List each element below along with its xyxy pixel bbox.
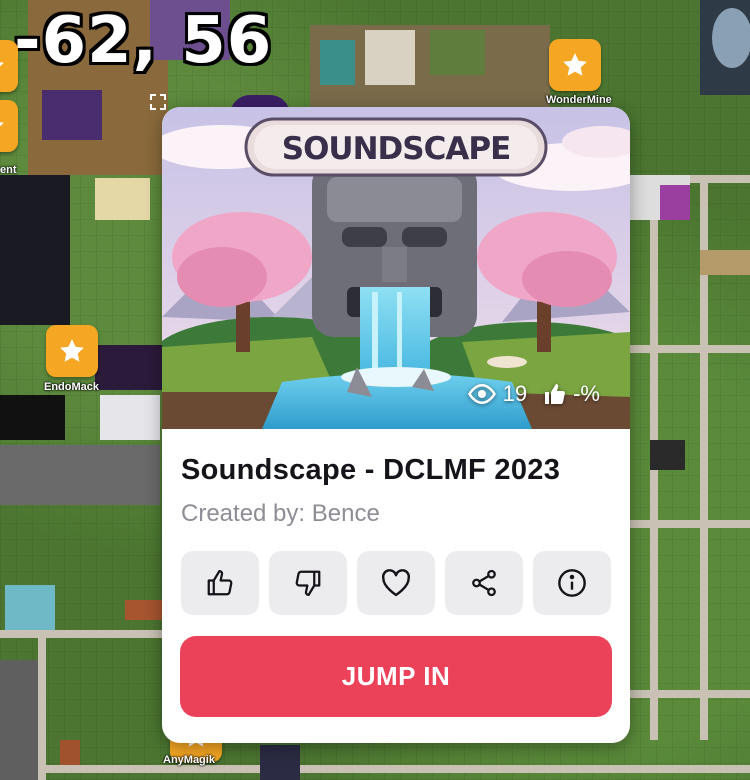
- parcel: [430, 30, 485, 75]
- eye-icon: [467, 383, 496, 405]
- star-icon: [0, 122, 4, 127]
- parcel: [712, 8, 750, 68]
- parcel: [660, 185, 690, 220]
- heart-icon: [381, 569, 411, 597]
- dislike-button[interactable]: [269, 551, 347, 615]
- parcel: [95, 178, 150, 220]
- road: [630, 345, 750, 353]
- scene-card[interactable]: SOUNDSCAPE 19 -% Soundscape - DCLMF 2023…: [162, 107, 630, 743]
- views-count: 19: [502, 381, 528, 406]
- likes-percentage: -%: [573, 381, 600, 406]
- parcel: [5, 585, 55, 630]
- road: [630, 520, 750, 528]
- parcel: [100, 395, 160, 440]
- created-by: Created by: Bence: [181, 500, 380, 528]
- star-icon: [60, 339, 84, 362]
- coordinates-readout: -62, 56: [14, 4, 273, 78]
- marker-label: WonderMine: [546, 94, 612, 106]
- info-icon: [558, 569, 586, 597]
- share-button[interactable]: [445, 551, 523, 615]
- parcel: [42, 90, 102, 140]
- parcel: [650, 440, 685, 470]
- parcel: [700, 250, 750, 275]
- info-button[interactable]: [533, 551, 611, 615]
- road: [0, 630, 165, 638]
- share-icon: [472, 569, 496, 597]
- parcel: [0, 660, 38, 780]
- parcel: [60, 740, 80, 765]
- scene-thumbnail[interactable]: SOUNDSCAPE 19 -%: [162, 107, 630, 429]
- star-icon: [563, 53, 587, 76]
- road: [38, 630, 46, 780]
- road: [630, 690, 750, 698]
- star-icon: [0, 62, 4, 67]
- parcel: [0, 395, 65, 440]
- thumbs-down-icon: [295, 570, 321, 596]
- scene-marker-wondermine[interactable]: [549, 39, 601, 91]
- creator-name[interactable]: Bence: [312, 500, 380, 527]
- favorite-button[interactable]: [357, 551, 435, 615]
- created-by-label: Created by:: [181, 500, 306, 527]
- thumbs-up-icon: [207, 570, 233, 596]
- parcel: [0, 445, 160, 505]
- scene-marker-partial[interactable]: [0, 40, 18, 92]
- scene-stats: 19 -%: [467, 381, 600, 407]
- parcel: [320, 40, 355, 85]
- road: [0, 765, 750, 773]
- scene-actions: [181, 551, 611, 615]
- scene-logo-text: SOUNDSCAPE: [282, 131, 511, 167]
- marker-label: ent: [0, 164, 17, 176]
- parcel: [95, 345, 163, 390]
- like-filled-icon: [545, 384, 566, 404]
- scene-marker-endomack[interactable]: [46, 325, 98, 377]
- parcel: [365, 30, 415, 85]
- parcel: [0, 175, 70, 325]
- marker-label: EndoMack: [44, 381, 100, 393]
- parcel: [260, 745, 300, 780]
- like-button[interactable]: [181, 551, 259, 615]
- scene-marker-partial[interactable]: [0, 100, 18, 152]
- jump-in-button[interactable]: JUMP IN: [180, 636, 612, 717]
- parcel: [125, 600, 165, 620]
- marker-label: AnyMagik: [163, 754, 215, 766]
- scene-title: Soundscape - DCLMF 2023: [181, 454, 561, 486]
